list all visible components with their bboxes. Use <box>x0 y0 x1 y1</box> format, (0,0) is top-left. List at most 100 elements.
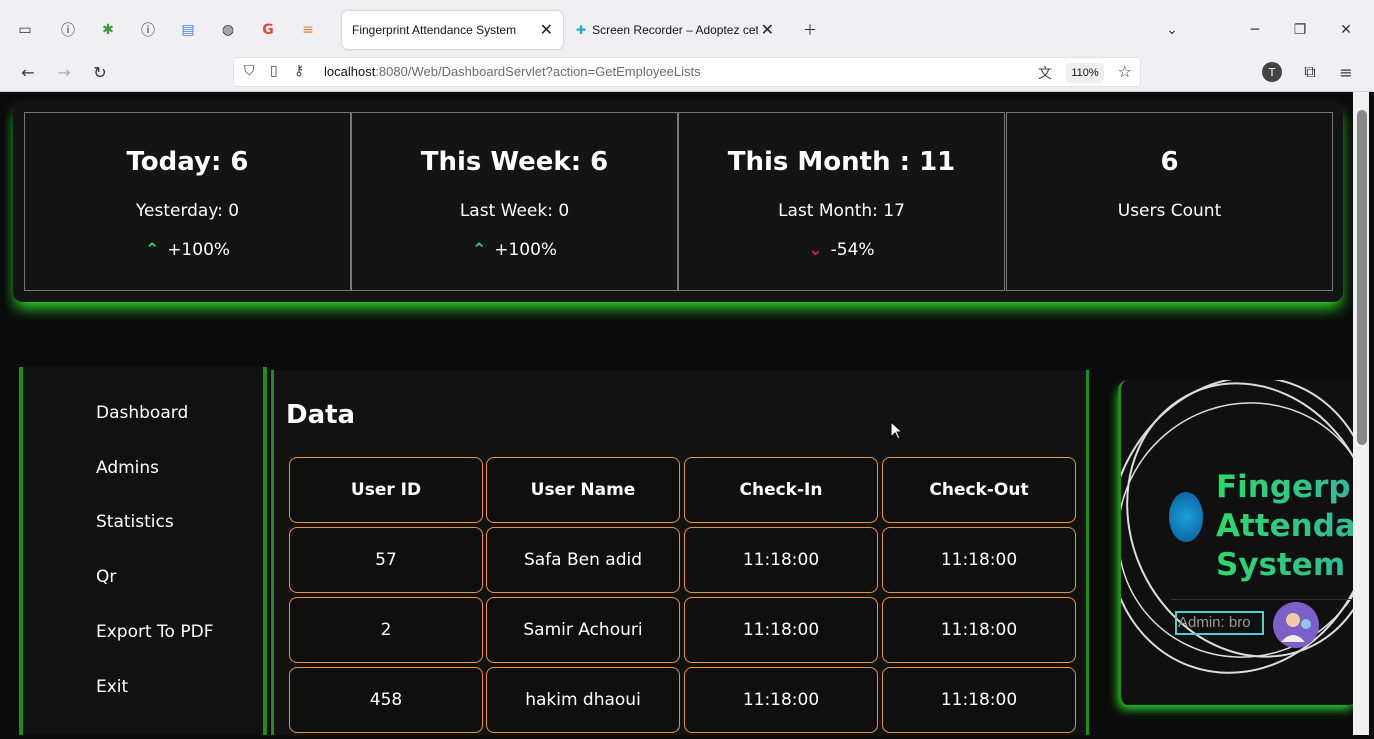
stat-sub: Users Count <box>1117 201 1222 221</box>
stat-value: Today: 6 <box>126 147 249 177</box>
url-path: :8080/Web/DashboardServlet?action=GetEmp… <box>375 64 701 79</box>
stat-value: 6 <box>1160 147 1179 177</box>
close-icon[interactable]: ✕ <box>761 20 774 40</box>
tab-fingerprint[interactable]: Fingerprint Attendance System ✕ <box>342 11 563 49</box>
brand-line: Attendar <box>1216 508 1335 544</box>
info-icon[interactable]: ⓘ <box>58 20 78 40</box>
minimize-icon[interactable]: ─ <box>1245 20 1265 40</box>
column-header: Check-In <box>684 457 878 523</box>
divider <box>1171 599 1353 600</box>
docs-icon[interactable]: ▤ <box>178 20 198 40</box>
shield-icon[interactable]: ⛉ <box>244 63 255 79</box>
translate-icon[interactable]: 文 <box>1038 63 1052 83</box>
stackoverflow-icon[interactable]: ≡ <box>298 20 318 40</box>
admin-label: Admin: bro <box>1175 611 1264 635</box>
puzzle-icon: ✚ <box>576 23 587 37</box>
page-content: Today: 6 Yesterday: 0 ⌃ +100% This Week: … <box>5 92 1353 735</box>
table-cell: 458 <box>289 667 483 733</box>
table-cell: 11:18:00 <box>882 667 1076 733</box>
stat-change: ⌃ +100% <box>352 240 677 260</box>
mouse-cursor-icon <box>890 421 904 440</box>
restore-icon[interactable]: ❐ <box>1290 20 1310 40</box>
column-header: Check-Out <box>882 457 1076 523</box>
data-panel: Data User ID User Name Check-In Check-Ou… <box>271 370 1089 735</box>
info-icon[interactable]: ⓘ <box>138 20 158 40</box>
tab-list-icon[interactable]: ▭ <box>15 20 35 40</box>
column-header: User Name <box>486 457 680 523</box>
stat-month: This Month : 11 Last Month: 17 ⌄ -54% <box>678 112 1005 291</box>
table-cell: 11:18:00 <box>684 667 878 733</box>
arrow-up-icon: ⌃ <box>471 240 487 260</box>
brand-line: System <box>1216 547 1346 583</box>
arrow-down-icon: ⌄ <box>808 240 823 260</box>
chevron-down-icon[interactable]: ⌄ <box>1162 20 1182 40</box>
table-cell: Samir Achouri <box>486 597 680 663</box>
new-tab-icon[interactable]: ＋ <box>800 20 820 40</box>
stat-value: This Week: 6 <box>420 147 609 177</box>
tab-title: Screen Recorder – Adoptez cett <box>592 23 759 37</box>
back-icon[interactable]: ← <box>16 60 40 84</box>
url-bar[interactable]: ⛉ ▯ ⚷ localhost:8080/Web/DashboardServle… <box>233 57 1141 87</box>
tab-bar: ▭ ⓘ ✱ ⓘ ▤ ◍ G ≡ Fingerprint Attendance S… <box>0 8 1374 52</box>
brand-line: Fingerpri <box>1216 469 1351 505</box>
reload-icon[interactable]: ↻ <box>88 60 112 84</box>
table-cell: 11:18:00 <box>882 527 1076 593</box>
sidebar-item-export-pdf[interactable]: Export To PDF <box>96 622 213 642</box>
sidebar-item-dashboard[interactable]: Dashboard <box>96 403 188 423</box>
stats-panel: Today: 6 Yesterday: 0 ⌃ +100% This Week: … <box>13 102 1343 302</box>
key-icon[interactable]: ⚷ <box>294 63 304 79</box>
brand-title: Fingerpri Attendar System <box>1216 468 1353 585</box>
table-cell: hakim dhaoui <box>486 667 680 733</box>
nav-bar: ← → ↻ ⛉ ▯ ⚷ localhost:8080/Web/Dashboard… <box>0 52 1374 92</box>
stat-sub: Last Week: 0 <box>459 201 570 221</box>
sidebar-item-qr[interactable]: Qr <box>96 567 116 587</box>
scrollbar[interactable] <box>1353 92 1369 735</box>
extensions-icon[interactable]: ⧉ <box>1298 60 1322 84</box>
sidebar: Dashboard Admins Statistics Qr Export To… <box>19 367 267 735</box>
window-close-icon[interactable]: ✕ <box>1336 20 1356 40</box>
stat-users: 6 Users Count <box>1006 112 1333 291</box>
avatar[interactable] <box>1273 602 1319 648</box>
browser-chrome: ▭ ⓘ ✱ ⓘ ▤ ◍ G ≡ Fingerprint Attendance S… <box>0 0 1374 92</box>
url-text[interactable]: localhost:8080/Web/DashboardServlet?acti… <box>324 64 701 79</box>
stat-pct: -54% <box>830 240 875 260</box>
sidebar-item-exit[interactable]: Exit <box>96 677 128 697</box>
data-title: Data <box>286 400 356 430</box>
stat-week: This Week: 6 Last Week: 0 ⌃ +100% <box>351 112 678 291</box>
table-cell: 11:18:00 <box>882 597 1076 663</box>
sidebar-item-admins[interactable]: Admins <box>96 458 159 478</box>
stat-change: ⌃ +100% <box>25 240 350 260</box>
admin-avatar-icon <box>1281 613 1311 642</box>
table-cell: 57 <box>289 527 483 593</box>
table-cell: 11:18:00 <box>684 597 878 663</box>
table-cell: Safa Ben adid <box>486 527 680 593</box>
stat-today: Today: 6 Yesterday: 0 ⌃ +100% <box>24 112 351 291</box>
arrow-up-icon: ⌃ <box>144 240 160 260</box>
column-header: User ID <box>289 457 483 523</box>
stat-pct: +100% <box>167 240 231 260</box>
scroll-thumb[interactable] <box>1357 110 1367 445</box>
bug-icon[interactable]: ✱ <box>98 20 118 40</box>
tab-screen-recorder[interactable]: ✚ Screen Recorder – Adoptez cett ✕ <box>566 11 784 49</box>
page-icon[interactable]: ▯ <box>270 63 278 79</box>
brand-panel: Fingerpri Attendar System Admin: bro <box>1118 380 1353 705</box>
zoom-level[interactable]: 110% <box>1066 63 1104 83</box>
url-host: localhost <box>324 64 376 79</box>
forward-icon[interactable]: → <box>52 60 76 84</box>
stat-sub: Last Month: 17 <box>778 201 905 221</box>
stat-value: This Month : 11 <box>727 147 956 177</box>
account-icon[interactable]: T <box>1262 62 1282 82</box>
stat-change: ⌄ -54% <box>679 240 1004 260</box>
stat-pct: +100% <box>494 240 558 260</box>
sidebar-item-statistics[interactable]: Statistics <box>96 512 174 532</box>
fingerprint-icon <box>1169 492 1203 542</box>
google-icon[interactable]: G <box>258 20 278 40</box>
bookmark-star-icon[interactable]: ☆ <box>1118 62 1132 81</box>
tab-title: Fingerprint Attendance System <box>352 23 517 37</box>
table-cell: 11:18:00 <box>684 527 878 593</box>
stat-sub: Yesterday: 0 <box>135 201 240 221</box>
close-icon[interactable]: ✕ <box>540 20 553 40</box>
globe-icon[interactable]: ◍ <box>218 20 238 40</box>
table-cell: 2 <box>289 597 483 663</box>
menu-icon[interactable]: ≡ <box>1334 60 1358 84</box>
